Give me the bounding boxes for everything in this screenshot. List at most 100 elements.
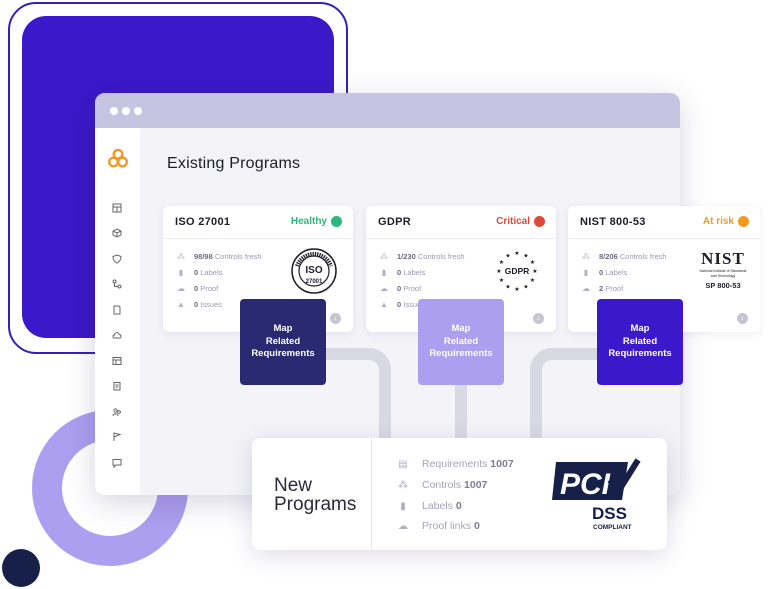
- stat-label: Labels: [403, 268, 426, 277]
- stat-value: 0: [599, 268, 604, 277]
- title-line: New: [274, 475, 313, 496]
- svg-text:★: ★: [523, 253, 528, 260]
- stat-value: 2: [599, 284, 604, 293]
- stat-label: Proof: [200, 284, 219, 293]
- shield-icon[interactable]: [112, 254, 122, 264]
- dashboard-icon[interactable]: [112, 203, 122, 213]
- stat-proof: ☁ 0 Proof: [380, 284, 421, 293]
- np-stat-requirements: ▤ Requirements 1007: [398, 458, 513, 470]
- nist-logo: NIST National Institute of Standards and…: [698, 250, 748, 300]
- stat-value: 0: [397, 284, 402, 293]
- chat-icon[interactable]: [112, 458, 122, 468]
- cube-icon[interactable]: [112, 228, 122, 238]
- team-icon[interactable]: [112, 407, 122, 417]
- stat-label: Labels: [605, 268, 628, 277]
- controls-icon: ⁂: [380, 252, 388, 261]
- stat-label: Proof: [605, 284, 624, 293]
- stat-label: Issues: [200, 300, 222, 309]
- gdpr-logo-text: GDPR: [505, 266, 530, 276]
- svg-text:★: ★: [505, 253, 510, 260]
- map-related-requirements-button[interactable]: Map Related Requirements: [597, 299, 683, 385]
- nist-logo-text: NIST: [701, 249, 745, 268]
- trend-down-icon: [534, 216, 545, 227]
- stat-proof: ☁ 0 Proof: [177, 284, 218, 293]
- card-header: NIST 800-53 At risk: [568, 206, 760, 239]
- clipboard-icon[interactable]: [112, 381, 122, 391]
- card-header: GDPR Critical: [366, 206, 556, 239]
- stat-proof: ☁ 2 Proof: [582, 284, 623, 293]
- app-logo-icon[interactable]: [107, 148, 129, 170]
- stat-label: Requirements: [422, 458, 488, 470]
- cloud-icon: ☁: [582, 284, 590, 293]
- svg-text:★: ★: [532, 268, 537, 275]
- map-related-requirements-button[interactable]: Map Related Requirements: [240, 299, 326, 385]
- download-icon[interactable]: ↓: [737, 313, 748, 324]
- window-titlebar: [95, 93, 680, 128]
- controls-icon: ⁂: [582, 252, 590, 261]
- window-dot: [122, 107, 130, 115]
- dss-logo-text: DSS: [592, 504, 627, 523]
- new-programs-title: New Programs: [274, 476, 356, 514]
- compliant-logo-text: COMPLIANT: [593, 524, 632, 531]
- iso-logo-number: 27001: [306, 279, 323, 285]
- download-icon[interactable]: ↓: [533, 313, 544, 324]
- stat-label: Controls fresh: [417, 252, 465, 261]
- stat-value: 0: [473, 520, 480, 532]
- trend-flat-icon: [738, 216, 749, 227]
- window-dot: [110, 107, 118, 115]
- stat-labels: ▮ 0 Labels: [177, 268, 223, 277]
- cloud-icon: ☁: [177, 284, 185, 293]
- stat-value: 1007: [464, 479, 488, 491]
- svg-text:★: ★: [530, 259, 535, 266]
- table-icon[interactable]: [112, 356, 122, 366]
- nist-logo-code: SP 800-53: [705, 281, 741, 290]
- gdpr-logo: ★ ★★★ ★★★★ ★★★★ GDPR: [496, 250, 537, 293]
- clipboard-icon: ▤: [398, 459, 408, 470]
- document-icon[interactable]: [112, 305, 122, 315]
- pci-dss-logo: PCI DSS COMPLIANT: [552, 458, 641, 531]
- stat-label: Proof: [403, 284, 422, 293]
- bookmark-icon: ▮: [400, 501, 406, 512]
- svg-text:★: ★: [523, 284, 528, 291]
- divider: [371, 438, 372, 550]
- stat-label: Controls: [422, 479, 462, 491]
- np-stat-proof-links: ☁ Proof links 0: [398, 520, 480, 532]
- svg-text:★: ★: [499, 259, 504, 266]
- stat-label: Controls fresh: [214, 252, 262, 261]
- bookmark-icon: ▮: [583, 268, 589, 277]
- status-label: At risk: [702, 216, 734, 227]
- stat-labels: ▮ 0 Labels: [380, 268, 426, 277]
- stat-label: Labels: [200, 268, 223, 277]
- stat-controls: ⁂ 98/98 Controls fresh: [177, 252, 262, 261]
- bookmark-icon: ▮: [381, 268, 387, 277]
- warning-icon: ▲: [177, 300, 185, 309]
- trend-up-icon: [331, 216, 342, 227]
- controls-icon: ⁂: [398, 480, 408, 491]
- stat-value: 0: [397, 300, 402, 309]
- svg-text:★: ★: [505, 284, 510, 291]
- download-icon[interactable]: ↓: [330, 313, 341, 324]
- stat-value: 1/230: [397, 252, 416, 261]
- stat-label: Labels: [422, 500, 453, 512]
- flag-icon[interactable]: [112, 432, 122, 442]
- np-stat-controls: ⁂ Controls 1007: [398, 479, 487, 491]
- svg-text:★: ★: [514, 250, 519, 257]
- cloud-icon[interactable]: [112, 330, 122, 340]
- bookmark-icon: ▮: [178, 268, 184, 277]
- svg-text:★: ★: [530, 277, 535, 284]
- sidebar: [95, 128, 140, 495]
- decorative-dot: [2, 549, 40, 587]
- stat-value: 8/206: [599, 252, 618, 261]
- stat-controls: ⁂ 1/230 Controls fresh: [380, 252, 465, 261]
- map-related-requirements-button[interactable]: Map Related Requirements: [418, 299, 504, 385]
- pci-logo-text: PCI: [560, 468, 611, 501]
- program-name: NIST 800-53: [580, 216, 646, 228]
- nodes-icon[interactable]: [112, 279, 122, 289]
- warning-icon: ▲: [380, 300, 388, 309]
- cloud-icon: ☁: [398, 521, 408, 532]
- stat-labels: ▮ 0 Labels: [582, 268, 628, 277]
- connector-line: [455, 380, 467, 440]
- nist-logo-subtitle: National Institute of Standards and Tech…: [699, 269, 747, 278]
- status-label: Healthy: [290, 216, 327, 227]
- new-programs-card[interactable]: New Programs ▤ Requirements 1007 ⁂ Control…: [252, 438, 667, 550]
